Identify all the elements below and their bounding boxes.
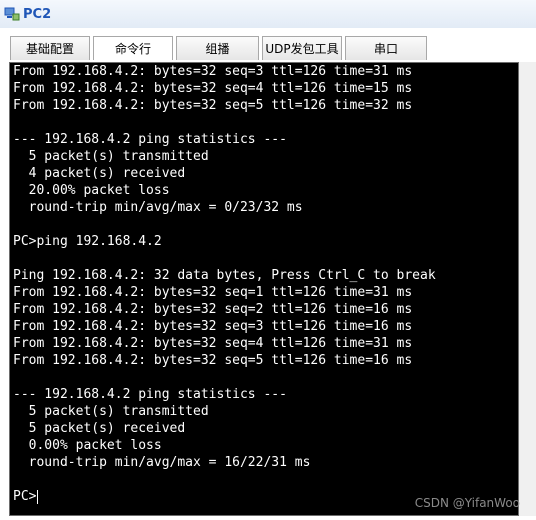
terminal-line: round-trip min/avg/max = 0/23/32 ms	[13, 200, 303, 215]
tab-basic-config[interactable]: 基础配置	[10, 36, 90, 60]
terminal-line: 5 packet(s) received	[13, 421, 186, 436]
terminal-line: 20.00% packet loss	[13, 183, 170, 198]
terminal-line: --- 192.168.4.2 ping statistics ---	[13, 132, 287, 147]
title-bar: PC2	[0, 0, 536, 29]
terminal-line: 4 packet(s) received	[13, 166, 186, 181]
terminal-line: From 192.168.4.2: bytes=32 seq=4 ttl=126…	[13, 81, 413, 96]
terminal-line: 5 packet(s) transmitted	[13, 149, 209, 164]
terminal-line: From 192.168.4.2: bytes=32 seq=3 ttl=126…	[13, 319, 413, 334]
terminal-line: round-trip min/avg/max = 16/22/31 ms	[13, 455, 311, 470]
tab-multicast[interactable]: 组播	[176, 36, 259, 60]
terminal-line: From 192.168.4.2: bytes=32 seq=4 ttl=126…	[13, 336, 413, 351]
terminal-line: From 192.168.4.2: bytes=32 seq=3 ttl=126…	[13, 64, 413, 79]
terminal-output[interactable]: From 192.168.4.2: bytes=32 seq=3 ttl=126…	[9, 62, 519, 516]
terminal-scrollbar[interactable]	[519, 62, 536, 516]
computer-icon	[4, 6, 20, 22]
terminal-line: 5 packet(s) transmitted	[13, 404, 209, 419]
terminal-line: PC>ping 192.168.4.2	[13, 234, 162, 249]
tab-command-line[interactable]: 命令行	[93, 36, 173, 60]
terminal-line: Ping 192.168.4.2: 32 data bytes, Press C…	[13, 268, 436, 283]
terminal-line: From 192.168.4.2: bytes=32 seq=5 ttl=126…	[13, 353, 413, 368]
terminal-line: From 192.168.4.2: bytes=32 seq=2 ttl=126…	[13, 302, 413, 317]
terminal-prompt: PC>	[13, 489, 37, 504]
tab-udp-tool[interactable]: UDP发包工具	[262, 36, 342, 60]
watermark: CSDN @YifanWoo	[414, 496, 520, 510]
text-cursor	[37, 489, 39, 504]
terminal-line: --- 192.168.4.2 ping statistics ---	[13, 387, 287, 402]
tab-serial[interactable]: 串口	[345, 36, 427, 60]
window-title: PC2	[23, 6, 52, 22]
terminal-line: From 192.168.4.2: bytes=32 seq=5 ttl=126…	[13, 98, 413, 113]
terminal-line: From 192.168.4.2: bytes=32 seq=1 ttl=126…	[13, 285, 413, 300]
terminal-line: 0.00% packet loss	[13, 438, 162, 453]
tab-bar: 基础配置 命令行 组播 UDP发包工具 串口	[0, 28, 536, 62]
